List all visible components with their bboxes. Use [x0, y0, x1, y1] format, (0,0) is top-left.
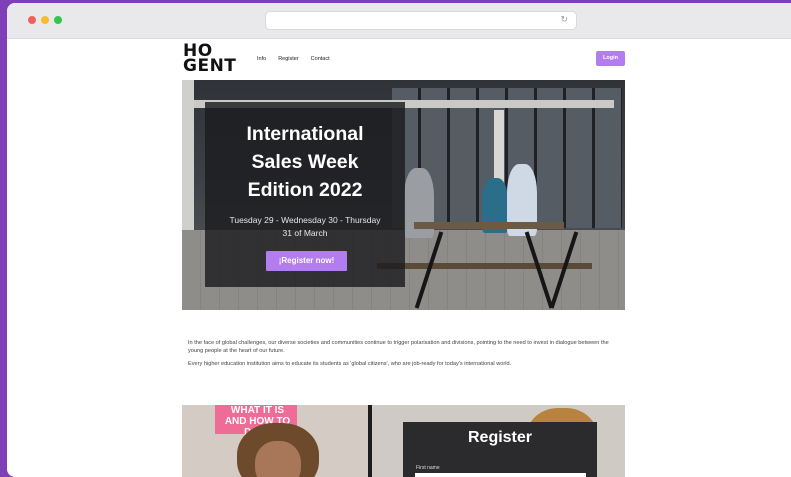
hero-overlay: International Sales Week Edition 2022 Tu…: [205, 102, 405, 287]
nav-link-info[interactable]: Info: [257, 56, 266, 62]
hogent-logo[interactable]: HO GENT: [183, 43, 237, 76]
event-date-line-1: Tuesday 29 - Wednesday 30 - Thursday: [229, 215, 381, 225]
register-form-title: Register: [467, 429, 533, 446]
hero-title: International Sales Week Edition 2022: [205, 120, 405, 204]
hero-title-line-3: Edition 2022: [247, 179, 363, 201]
logo-line-2: GENT: [183, 56, 237, 76]
hero-title-line-1: International: [246, 123, 364, 145]
first-name-label: First name: [416, 465, 440, 471]
nav-link-register[interactable]: Register: [278, 56, 298, 62]
register-photo-person-face: [255, 441, 301, 477]
event-date: Tuesday 29 - Wednesday 30 - Thursday 31 …: [205, 214, 405, 240]
website: HO GENT Info Register Contact Login Inte…: [182, 39, 625, 477]
hero-photo-column: [182, 80, 194, 240]
first-name-input[interactable]: [415, 473, 586, 477]
intro-paragraph: In the face of global challenges, our di…: [188, 340, 609, 354]
hero-photo-table: [414, 222, 564, 229]
nav-links: Info Register Contact: [257, 56, 330, 62]
close-window-button[interactable]: [28, 16, 36, 24]
maximize-window-button[interactable]: [54, 16, 62, 24]
hero-title-line-2: Sales Week: [251, 151, 359, 173]
browser-titlebar: ↻: [7, 3, 791, 39]
register-now-button[interactable]: ¡Register now!: [266, 251, 347, 271]
register-section: WHAT IT IS AND HOW TO DO IT Register Fir…: [182, 405, 625, 477]
address-bar[interactable]: ↻: [265, 11, 577, 30]
browser-window: ↻ HO GENT Info Register Contact Login In…: [7, 3, 791, 477]
hero-photo-bench: [377, 263, 592, 269]
login-button[interactable]: Login: [596, 51, 625, 66]
nav-link-contact[interactable]: Contact: [311, 56, 330, 62]
hero-banner: International Sales Week Edition 2022 Tu…: [182, 80, 625, 310]
event-date-line-2: 31 of March: [282, 228, 328, 238]
site-navbar: HO GENT Info Register Contact Login: [182, 39, 625, 79]
register-form-panel: Register First name: [403, 422, 597, 477]
reload-icon[interactable]: ↻: [560, 15, 568, 25]
minimize-window-button[interactable]: [41, 16, 49, 24]
intro-text: In the face of global challenges, our di…: [188, 339, 620, 373]
intro-paragraph: Every higher education institution aims …: [188, 361, 512, 367]
